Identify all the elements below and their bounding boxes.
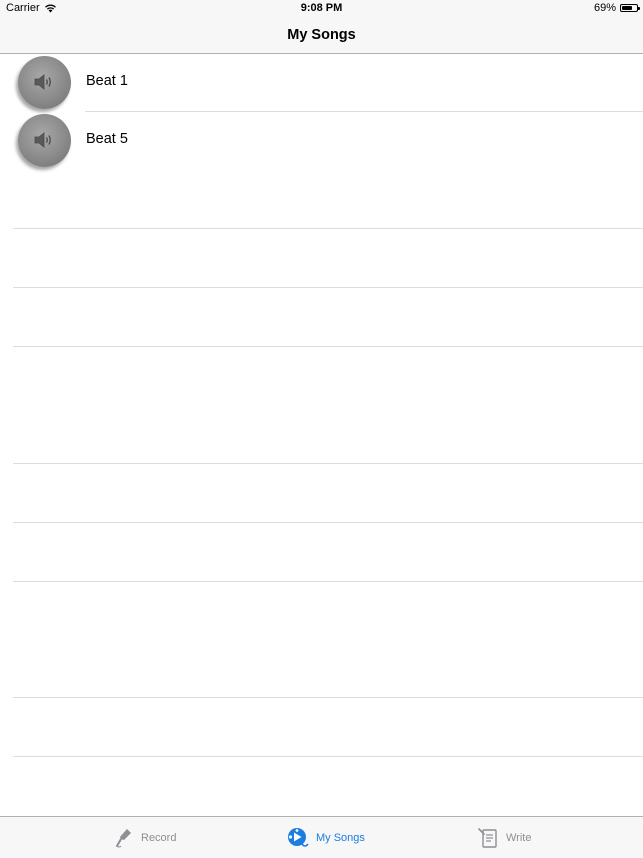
speaker-icon[interactable] [18, 114, 71, 167]
tab-write[interactable]: Write [478, 817, 531, 858]
empty-row [0, 230, 643, 288]
row-divider [13, 463, 643, 464]
song-title: Beat 5 [86, 131, 128, 147]
empty-row [0, 406, 643, 464]
empty-row [0, 524, 643, 582]
battery-icon [620, 4, 640, 12]
tab-record[interactable]: Record [115, 817, 176, 858]
empty-row [0, 640, 643, 698]
row-divider [13, 522, 643, 523]
row-divider [13, 228, 643, 229]
row-divider [13, 581, 643, 582]
song-row-1[interactable]: Beat 1 [0, 54, 643, 112]
status-time: 9:08 PM [300, 2, 343, 14]
tab-label: Write [506, 831, 532, 844]
tab-my-songs[interactable]: My Songs [286, 817, 365, 858]
battery-percent: 69% [593, 2, 616, 14]
page-title: My Songs [287, 27, 356, 43]
tab-label: My Songs [316, 831, 365, 844]
tab-label: Record [141, 831, 177, 844]
status-right: 69% [593, 2, 640, 14]
empty-row [0, 171, 643, 229]
songs-list[interactable]: Beat 1 Beat 5 [0, 54, 643, 816]
battery-fill [622, 6, 632, 10]
screen: Carrier 9:08 PM 69% My Songs Beat 1 Beat… [0, 0, 643, 858]
nav-bar: My Songs [0, 17, 643, 54]
tab-bar: Record My Songs Write [0, 816, 643, 858]
song-row-2[interactable]: Beat 5 [0, 112, 643, 170]
speaker-icon[interactable] [18, 56, 71, 109]
notepad-icon [478, 827, 497, 848]
empty-row [0, 699, 643, 757]
empty-row [0, 465, 643, 523]
microphone-icon [116, 828, 131, 847]
row-divider [13, 697, 643, 698]
songs-play-icon [288, 827, 309, 847]
row-divider [13, 287, 643, 288]
song-title: Beat 1 [86, 73, 128, 89]
row-divider [13, 346, 643, 347]
status-bar: Carrier 9:08 PM 69% [0, 0, 643, 17]
row-divider [13, 756, 643, 757]
empty-row [0, 289, 643, 347]
battery-tip [638, 7, 640, 10]
